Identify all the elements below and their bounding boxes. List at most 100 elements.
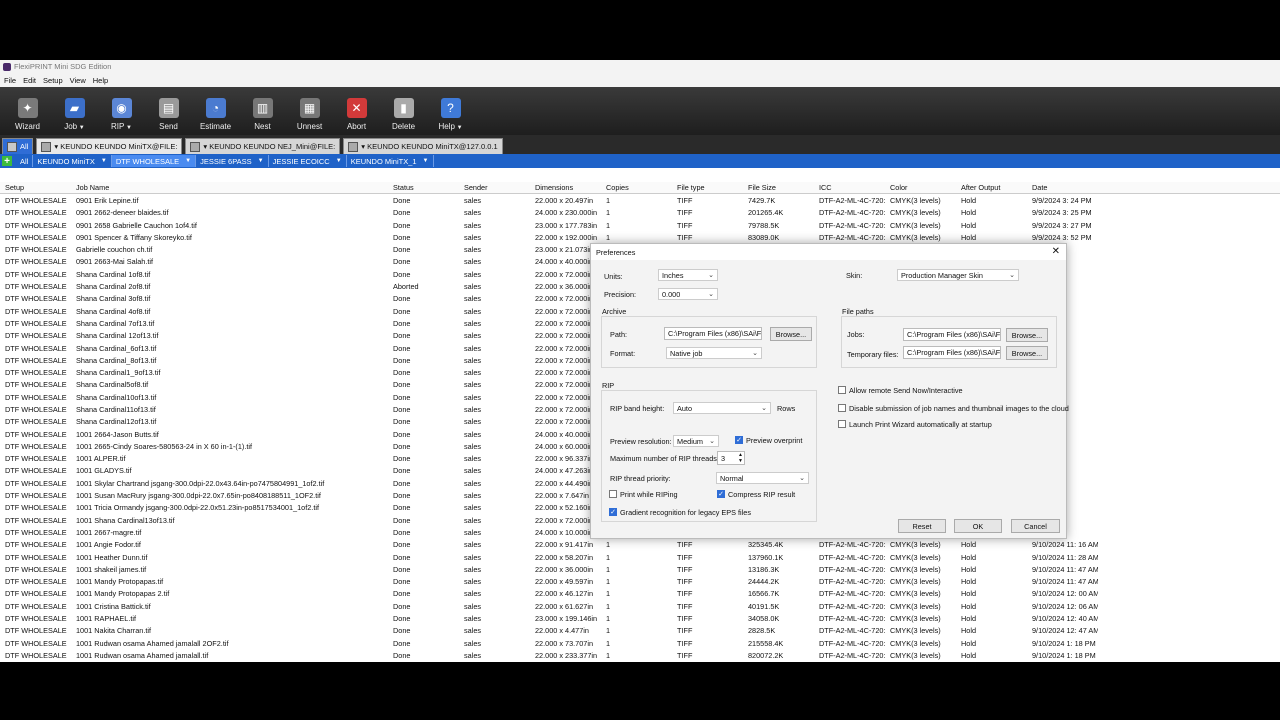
max-threads-stepper[interactable]: 3 ▲ ▼ — [717, 451, 745, 465]
tab-printer-3[interactable]: ▾ KEUNDO KEUNDO MiniTX@127.0.0.1 — [343, 138, 503, 154]
tab-queue-jessie-ecoicc[interactable]: JESSIE ECOICC ▼ — [269, 155, 347, 167]
table-cell: 1001 Skylar Chartrand jsgang-300.0dpi-22… — [76, 478, 325, 488]
table-row[interactable]: DTF WHOLESALE 0901 2662-deneer blaides.ti… — [0, 207, 1280, 219]
send-button[interactable]: ▤ Send — [145, 87, 192, 135]
column-header[interactable]: File Size — [743, 183, 814, 192]
print-while-rip-checkbox[interactable] — [609, 490, 617, 498]
preview-overprint-checkbox[interactable]: ✓ — [735, 436, 743, 444]
chevron-down-icon[interactable]: ▼ — [124, 125, 132, 131]
stepper-arrows-icon[interactable]: ▲ ▼ — [738, 452, 743, 464]
tab-queue-keundo-minitx[interactable]: KEUNDO MiniTX ▼ — [33, 155, 112, 167]
table-row[interactable]: DTF WHOLESALE 1001 Rudwan osama Ahamed ja… — [0, 637, 1280, 649]
units-value: Inches — [662, 270, 684, 280]
column-header[interactable]: ICC — [814, 183, 885, 192]
abort-icon: ✕ — [346, 98, 367, 118]
column-header[interactable]: Date — [1027, 183, 1098, 192]
table-cell: DTF-A2-ML-4C-720: — [819, 564, 885, 574]
table-row[interactable]: DTF WHOLESALE 1001 Rudwan osama Ahamed ja… — [0, 649, 1280, 661]
table-cell: sales — [464, 527, 482, 537]
table-row[interactable]: DTF WHOLESALE 1001 Nakita Charran.tif Done… — [0, 625, 1280, 637]
archive-browse-button[interactable]: Browse... — [770, 327, 812, 341]
ok-button[interactable]: OK — [954, 519, 1002, 533]
gradient-recognition-checkbox[interactable]: ✓ — [609, 508, 617, 516]
table-cell: 9/10/2024 11: 16 AM — [1032, 540, 1098, 550]
close-icon[interactable]: ✕ — [1052, 246, 1060, 257]
wizard-button[interactable]: ✦ Wizard — [4, 87, 51, 135]
delete-button[interactable]: ▮ Delete — [380, 87, 427, 135]
chevron-down-icon[interactable]: ▼ — [455, 125, 463, 131]
tab-queue-jessie-6pass[interactable]: JESSIE 6PASS ▼ — [196, 155, 269, 167]
column-header[interactable]: Sender — [459, 183, 530, 192]
rip-button[interactable]: ◉ RIP ▼ — [98, 87, 145, 135]
table-row[interactable]: DTF WHOLESALE 1001 shakeil james.tif Done s… — [0, 563, 1280, 575]
table-cell: 2828.5K — [748, 626, 776, 636]
archive-path-field[interactable]: C:\Program Files (x86)\SAi\Fle: — [664, 327, 762, 340]
column-header[interactable]: Color — [885, 183, 956, 192]
unnest-button[interactable]: ▦ Unnest — [286, 87, 333, 135]
tab-queue-all[interactable]: All — [16, 155, 34, 167]
jobs-path-field[interactable]: C:\Program Files (x86)\SAi\Fle: — [903, 328, 1001, 341]
table-cell: DTF WHOLESALE — [5, 454, 67, 464]
compress-rip-checkbox[interactable]: ✓ — [717, 490, 725, 498]
estimate-icon: ◔ — [205, 98, 226, 118]
add-queue-icon[interactable]: + — [2, 156, 12, 167]
table-row[interactable]: DTF WHOLESALE 0901 Spencer & Tiffany Skor… — [0, 231, 1280, 243]
column-header[interactable]: Setup — [0, 183, 71, 192]
column-header[interactable]: Job Name — [71, 183, 388, 192]
table-row[interactable]: DTF WHOLESALE 1001 Mandy Protopapas.tif Do… — [0, 576, 1280, 588]
cancel-button[interactable]: Cancel — [1011, 519, 1060, 533]
table-cell: 1001 2664-Jason Butts.tif — [76, 429, 159, 439]
table-row[interactable]: DTF WHOLESALE 0901 2658 Gabrielle Cauchon… — [0, 219, 1280, 231]
tab-printer-1[interactable]: ▾ KEUNDO KEUNDO MiniTX@FILE: — [36, 138, 183, 154]
menu-help[interactable]: Help — [93, 76, 108, 85]
estimate-button[interactable]: ◔ Estimate — [192, 87, 239, 135]
menu-view[interactable]: View — [70, 76, 86, 85]
menu-edit[interactable]: Edit — [23, 76, 36, 85]
tab-queue-dtf-wholesale[interactable]: DTF WHOLESALE ▼ — [111, 155, 197, 167]
table-cell: 9/9/2024 3: 25 PM — [1032, 208, 1092, 218]
precision-value: 0.000 — [662, 289, 681, 299]
menu-setup[interactable]: Setup — [43, 76, 63, 85]
column-header[interactable]: Copies — [601, 183, 672, 192]
table-cell: Done — [393, 601, 411, 611]
temp-browse-button[interactable]: Browse... — [1006, 346, 1048, 360]
units-select[interactable]: Inches ⌄ — [658, 269, 718, 281]
tab-printers-all[interactable]: All — [2, 138, 34, 154]
table-cell: sales — [464, 380, 482, 390]
temp-path-field[interactable]: C:\Program Files (x86)\SAi\Fle: — [903, 346, 1001, 359]
job-button[interactable]: ▰ Job ▼ — [51, 87, 98, 135]
column-header[interactable]: After Output — [956, 183, 1027, 192]
skin-select[interactable]: Production Manager Skin ⌄ — [897, 269, 1019, 281]
column-header[interactable]: Status — [388, 183, 459, 192]
tab-printer-2[interactable]: ▾ KEUNDO KEUNDO NEJ_Mini@FILE: — [185, 138, 341, 154]
rip-band-select[interactable]: Auto ⌄ — [673, 402, 771, 414]
table-row[interactable]: DTF WHOLESALE 1001 RAPHAEL.tif Done sales 23… — [0, 612, 1280, 624]
disable-submission-checkbox[interactable] — [838, 404, 846, 412]
table-row[interactable]: DTF WHOLESALE 1001 Mandy Protopapas 2.tif… — [0, 588, 1280, 600]
menu-file[interactable]: File — [4, 76, 16, 85]
table-row[interactable]: DTF WHOLESALE 1001 Heather Dunn.tif Done sa… — [0, 551, 1280, 563]
jobs-browse-button[interactable]: Browse... — [1006, 328, 1048, 342]
tab-queue-keundo-minitx-1[interactable]: KEUNDO MiniTX_1 ▼ — [347, 155, 434, 167]
table-row[interactable]: DTF WHOLESALE 0901 Erik Lepine.tif Done sal… — [0, 194, 1280, 206]
help-button[interactable]: ? Help ▼ — [427, 87, 474, 135]
table-cell: TIFF — [677, 638, 693, 648]
precision-select[interactable]: 0.000 ⌄ — [658, 288, 718, 300]
launch-wizard-checkbox[interactable] — [838, 420, 846, 428]
table-cell: DTF WHOLESALE — [5, 515, 67, 525]
reset-button[interactable]: Reset — [898, 519, 946, 533]
dialog-title: Preferences — [596, 247, 636, 257]
thread-priority-select[interactable]: Normal ⌄ — [716, 472, 809, 484]
allow-remote-checkbox[interactable] — [838, 386, 846, 394]
format-select[interactable]: Native job ⌄ — [666, 347, 762, 359]
preview-resolution-select[interactable]: Medium ⌄ — [673, 435, 719, 447]
table-cell: 22.000 x 4.477in — [535, 626, 589, 636]
nest-button[interactable]: ▥ Nest — [239, 87, 286, 135]
chevron-down-icon[interactable]: ▼ — [77, 125, 85, 131]
table-row[interactable]: DTF WHOLESALE 1001 Angie Fodor.tif Done sal… — [0, 539, 1280, 551]
table-cell: Shana Cardinal11of13.tif — [76, 404, 156, 414]
table-row[interactable]: DTF WHOLESALE 1001 Cristina Battick.tif Do… — [0, 600, 1280, 612]
abort-button[interactable]: ✕ Abort — [333, 87, 380, 135]
column-header[interactable]: Dimensions — [530, 183, 601, 192]
column-header[interactable]: File type — [672, 183, 743, 192]
